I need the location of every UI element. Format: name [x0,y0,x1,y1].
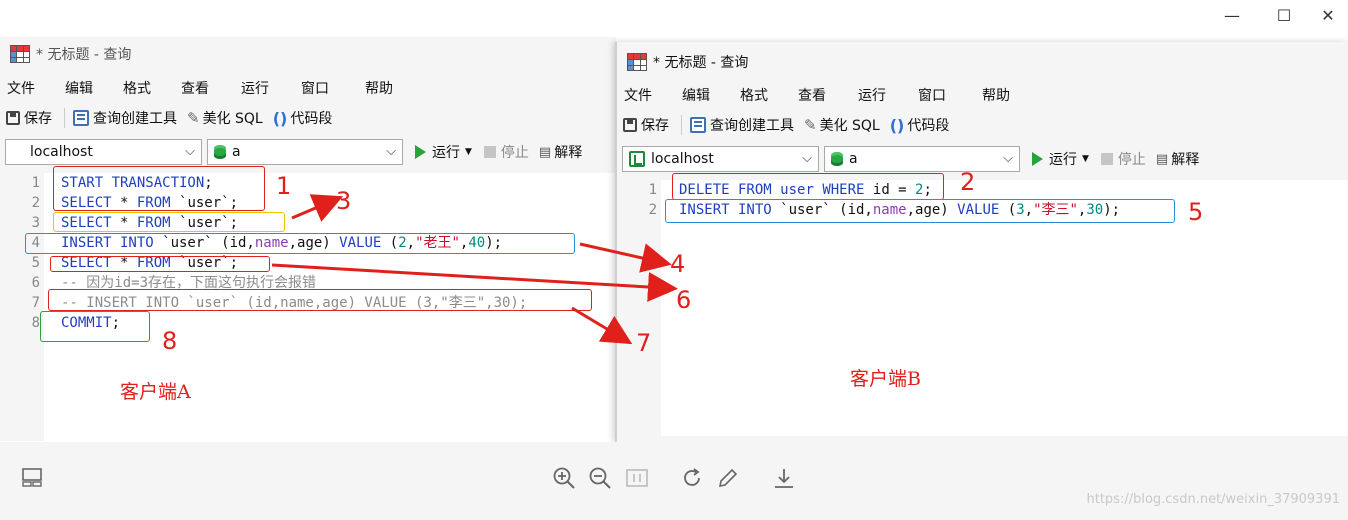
step-number-2: 2 [960,168,976,196]
step-number-4: 4 [670,250,686,278]
watermark: https://blog.csdn.net/weixin_37909391 [1086,492,1340,507]
download-icon[interactable] [772,466,796,490]
zoom-in-icon[interactable] [552,466,576,490]
viewer-toolbar: https://blog.csdn.net/weixin_37909391 [0,442,1348,520]
step-number-8: 8 [162,327,178,355]
arrow-to-4 [579,242,672,273]
step-number-7: 7 [636,329,652,357]
step-number-5: 5 [1188,198,1204,226]
step-number-6: 6 [676,286,692,314]
edit-icon[interactable] [716,466,740,490]
step-number-3: 3 [336,187,352,215]
actual-size-icon[interactable] [625,466,649,490]
arrow-to-3 [291,194,344,222]
step-number-1: 1 [276,172,292,200]
arrow-to-7 [571,306,633,345]
client-a-label: 客户端A [120,381,191,403]
image-viewer: — ☐ ✕ * 无标题 - 查询 文件 编辑 格式 查看 运行 窗口 帮助 保存… [0,0,1348,520]
layout-icon[interactable] [20,466,44,490]
client-b-label: 客户端B [850,368,921,390]
arrow-to-6 [271,263,678,302]
zoom-out-icon[interactable] [588,466,612,490]
rotate-icon[interactable] [680,466,704,490]
